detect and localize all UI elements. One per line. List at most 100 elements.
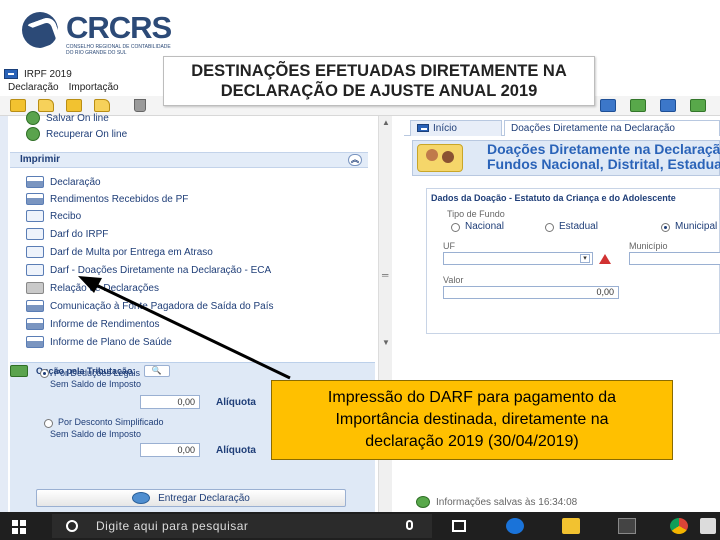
logo-subtitle: CONSELHO REGIONAL DE CONTABILIDADE DO RI… <box>66 44 171 56</box>
print-item-rendimentos-pf[interactable]: Rendimentos Recebidos de PF <box>26 191 188 207</box>
radio-nacional[interactable] <box>451 223 460 232</box>
sidebar-item-label: Salvar On line <box>46 112 109 124</box>
windows-start-icon[interactable] <box>12 520 26 534</box>
brazil-flag-icon <box>4 69 18 79</box>
status-bar: Informações salvas às 16:34:08 <box>416 496 577 508</box>
banner-line-1: DESTINAÇÕES EFETUADAS DIRETAMENTE NA <box>191 62 567 80</box>
receipt-icon <box>26 210 44 222</box>
tab-inicio-label: Início <box>433 123 457 134</box>
callout-line-3: declaração 2019 (30/04/2019) <box>365 433 579 450</box>
microphone-icon[interactable] <box>406 520 413 530</box>
menu-bar: Declaração Importação <box>0 82 170 96</box>
title-banner: DESTINAÇÕES EFETUADAS DIRETAMENTE NA DEC… <box>163 56 595 106</box>
radio-estadual[interactable] <box>545 223 554 232</box>
search-button[interactable]: 🔍 <box>143 365 170 377</box>
toolbar-print-icon[interactable] <box>660 99 676 112</box>
crcrs-logo: CRCRS CONSELHO REGIONAL DE CONTABILIDADE… <box>22 10 182 56</box>
trash-icon[interactable] <box>134 99 146 112</box>
store-icon[interactable] <box>618 518 636 534</box>
darf-icon <box>26 246 44 258</box>
chevron-down-icon[interactable]: ▾ <box>580 254 590 263</box>
radio-desconto-simplificado[interactable] <box>44 419 53 428</box>
municipio-label: Município <box>629 241 668 251</box>
radio-nacional-label: Nacional <box>465 221 504 232</box>
annotation-callout: Impressão do DARF para pagamento da Impo… <box>271 380 673 460</box>
toolbar-blue-icon[interactable] <box>600 99 616 112</box>
print-item-darf-multa[interactable]: Darf de Multa por Entrega em Atraso <box>26 244 213 260</box>
print-item-label: Rendimentos Recebidos de PF <box>50 193 189 205</box>
radio-municipal[interactable] <box>661 223 670 232</box>
print-item-label: Informe de Plano de Saúde <box>50 336 172 348</box>
aliquota-label-1: Alíquota <box>216 397 256 408</box>
scroll-up-icon[interactable]: ▲ <box>382 118 390 127</box>
edge-icon[interactable] <box>506 518 524 534</box>
print-item-informe-rendimentos[interactable]: Informe de Rendimentos <box>26 316 160 332</box>
print-item-darf-eca[interactable]: Darf - Doações Diretamente na Declaração… <box>26 262 271 278</box>
print-item-comunicacao-saida[interactable]: Comunicação à Fonte Pagadora de Saída do… <box>26 298 273 314</box>
arrows-icon <box>10 365 28 377</box>
tab-doacoes-label: Doações Diretamente na Declaração <box>511 123 675 134</box>
check-icon <box>416 496 430 508</box>
task-view-icon[interactable] <box>452 520 466 532</box>
chrome-icon[interactable] <box>670 518 688 534</box>
sidebar-item-label: Recuperar On line <box>46 128 128 140</box>
tab-doacoes[interactable]: Doações Diretamente na Declaração <box>504 120 720 136</box>
banner-line-2: DECLARAÇÃO DE AJUSTE ANUAL 2019 <box>220 82 538 100</box>
aliquota-label-2: Alíquota <box>216 445 256 456</box>
print-item-recibo[interactable]: Recibo <box>26 208 81 224</box>
print-item-darf-irpf[interactable]: Darf do IRPF <box>26 226 108 242</box>
taskbar-search[interactable]: Digite aqui para pesquisar <box>52 514 432 538</box>
save-online-icon <box>26 111 40 125</box>
donation-title-line2: Fundos Nacional, Distrital, Estaduais e … <box>487 156 720 172</box>
deducoes-value: 0,00 <box>140 395 200 409</box>
print-item-informe-plano-saude[interactable]: Informe de Plano de Saúde <box>26 334 172 350</box>
callout-line-1: Impressão do DARF para pagamento da <box>327 389 617 406</box>
print-item-label: Darf do IRPF <box>50 228 109 240</box>
print-item-label: Informe de Rendimentos <box>50 318 160 330</box>
form-title: Dados da Doação - Estatuto da Criança e … <box>431 193 676 203</box>
printer-icon <box>26 193 44 205</box>
printer-icon <box>26 176 44 188</box>
app-title: IRPF 2019 <box>24 68 72 80</box>
print-item-relacao-declaracoes[interactable]: Relação de Declarações <box>26 280 159 296</box>
tab-inicio[interactable]: Início <box>410 120 502 136</box>
uf-select[interactable]: ▾ <box>443 252 593 265</box>
status-text: Informações salvas às 16:34:08 <box>436 496 578 508</box>
collapse-icon[interactable]: ︽ <box>348 154 362 166</box>
section-imprimir[interactable]: Imprimir ︽ <box>10 152 368 168</box>
valor-field[interactable]: 0,00 <box>443 286 619 299</box>
new-file-icon[interactable] <box>10 99 26 112</box>
option-simplificado-label: Por Desconto Simplificado <box>58 417 164 427</box>
radio-municipal-label: Municipal <box>675 221 718 232</box>
print-item-label: Comunicação à Fonte Pagadora de Saída do… <box>50 300 274 312</box>
toolbar-green-icon[interactable] <box>630 99 646 112</box>
menu-importacao[interactable]: Importação <box>69 82 119 96</box>
sidebar-item-salvar-online[interactable]: Salvar On line <box>26 110 109 126</box>
entregar-label: Entregar Declaração <box>158 492 250 504</box>
print-item-declaracao[interactable]: Declaração <box>26 174 101 190</box>
option-deducoes-sub: Sem Saldo de Imposto <box>50 379 142 389</box>
left-strip <box>0 116 8 512</box>
crcrs-logo-mark <box>22 12 58 48</box>
globe-icon <box>132 492 151 504</box>
municipio-field[interactable] <box>629 252 720 265</box>
sync-icon <box>26 127 40 141</box>
sidebar-item-recuperar-online[interactable]: Recuperar On line <box>26 126 127 142</box>
receita-icon[interactable] <box>700 518 716 534</box>
scroll-grip-icon[interactable]: ═ <box>382 270 388 280</box>
brazil-flag-icon <box>417 124 429 133</box>
tipo-fundo-label: Tipo de Fundo <box>447 209 505 219</box>
tab-bar: Início Doações Diretamente na Declaração <box>404 120 720 136</box>
radio-estadual-label: Estadual <box>559 221 598 232</box>
scroll-down-icon[interactable]: ▼ <box>382 338 390 347</box>
file-explorer-icon[interactable] <box>562 518 580 534</box>
menu-declaracao[interactable]: Declaração <box>8 82 59 96</box>
toolbar-help-icon[interactable] <box>690 99 706 112</box>
entregar-declaracao-button[interactable]: Entregar Declaração <box>36 489 346 507</box>
printer-icon <box>26 300 44 312</box>
print-item-label: Declaração <box>50 176 101 188</box>
people-icon <box>417 144 463 172</box>
donation-header: Doações Diretamente na Declaração Fundos… <box>412 140 720 176</box>
radio-deducoes-legais[interactable] <box>40 369 49 378</box>
simplificado-value: 0,00 <box>140 443 200 457</box>
